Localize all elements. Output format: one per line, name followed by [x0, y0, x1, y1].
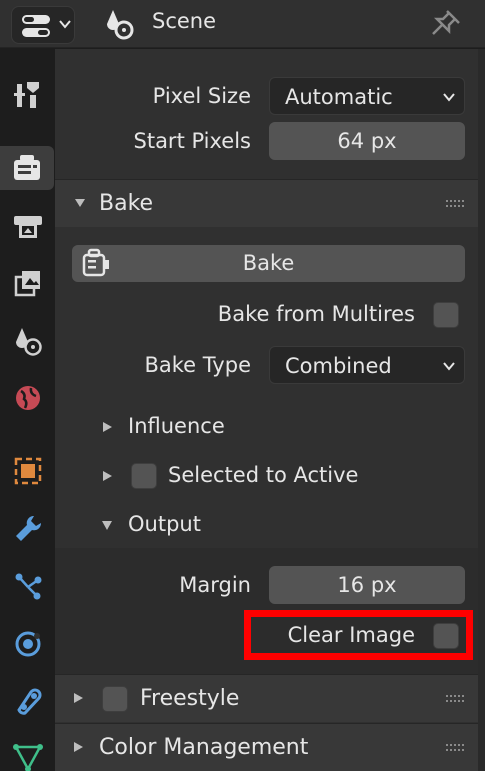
tab-tool[interactable] [6, 73, 50, 117]
world-icon [16, 386, 40, 410]
expand-arrow-right-icon[interactable] [101, 470, 113, 482]
bake-type-dropdown[interactable]: Combined [269, 346, 465, 384]
bake-from-multires-checkbox[interactable] [433, 302, 459, 328]
tab-scene[interactable] [6, 319, 50, 363]
properties-header: Scene [0, 0, 485, 48]
pin-icon[interactable] [428, 8, 462, 40]
scene-icon [16, 328, 42, 356]
tab-render[interactable] [0, 146, 54, 190]
tab-view-layer[interactable] [6, 261, 50, 305]
drag-handle-icon[interactable] [446, 744, 464, 752]
render-bake-icon [82, 248, 109, 277]
tab-output[interactable] [6, 203, 50, 247]
expand-arrow-right-icon [74, 693, 83, 703]
constraints-icon [17, 688, 42, 715]
freestyle-checkbox[interactable] [102, 686, 128, 712]
particles-icon [15, 573, 42, 600]
drag-handle-icon[interactable] [446, 200, 464, 208]
bake-from-multires-label: Bake from Multires [217, 302, 415, 326]
properties-editor-icon [22, 15, 50, 37]
collapse-arrow-down-icon [75, 199, 85, 207]
expand-arrow-right-icon [74, 742, 83, 752]
mesh-data-icon [13, 744, 43, 771]
margin-label: Margin [179, 573, 251, 597]
tool-icon [14, 82, 39, 108]
tab-particles[interactable] [6, 564, 50, 608]
chevron-down-icon [443, 362, 455, 371]
collapse-arrow-down-icon[interactable] [101, 519, 113, 531]
pixel-size-dropdown[interactable]: Automatic [269, 77, 465, 115]
bake-type-label: Bake Type [144, 353, 251, 377]
render-icon [14, 155, 40, 180]
bake-section-header[interactable]: Bake [55, 179, 478, 227]
scene-icon [107, 10, 134, 40]
view-layer-icon [14, 271, 40, 297]
bake-button[interactable]: Bake [72, 245, 465, 282]
chevron-down-icon [443, 93, 455, 102]
drag-handle-icon[interactable] [446, 695, 464, 703]
tab-data[interactable] [6, 735, 50, 771]
expand-arrow-right-icon[interactable] [101, 421, 113, 433]
selected-to-active-subpanel-title[interactable]: Selected to Active [168, 463, 358, 487]
color-management-section-header[interactable]: Color Management [55, 723, 478, 771]
object-icon [14, 457, 42, 485]
start-pixels-field[interactable]: 64 px [269, 122, 465, 160]
tab-physics[interactable] [6, 622, 50, 666]
tab-object[interactable] [6, 449, 50, 493]
bake-type-value: Combined [285, 354, 392, 378]
color-management-section-title: Color Management [99, 735, 309, 760]
editor-type-button[interactable] [11, 6, 75, 44]
panel-scrollbar[interactable] [478, 49, 485, 771]
tab-world[interactable] [6, 376, 50, 420]
tab-modifiers[interactable] [6, 507, 50, 551]
output-subpanel-title[interactable]: Output [128, 512, 201, 536]
chevron-down-icon [59, 20, 71, 29]
physics-icon [15, 631, 41, 657]
header-title: Scene [152, 9, 217, 33]
margin-value: 16 px [337, 573, 397, 597]
start-pixels-label: Start Pixels [133, 129, 252, 153]
bake-section-title: Bake [99, 191, 154, 216]
properties-tab-bar [0, 49, 55, 771]
highlight-box [244, 610, 473, 660]
output-icon [14, 216, 42, 238]
start-pixels-value: 64 px [337, 129, 397, 153]
wrench-icon [16, 515, 42, 541]
influence-subpanel-title[interactable]: Influence [128, 414, 225, 438]
selected-to-active-checkbox[interactable] [131, 463, 157, 489]
freestyle-section-title: Freestyle [140, 686, 240, 711]
freestyle-section-header[interactable]: Freestyle [55, 674, 478, 722]
bake-button-label: Bake [242, 251, 295, 275]
pixel-size-label: Pixel Size [152, 84, 251, 108]
margin-field[interactable]: 16 px [269, 566, 465, 604]
pixel-size-value: Automatic [285, 85, 393, 109]
tab-constraints[interactable] [6, 679, 50, 723]
